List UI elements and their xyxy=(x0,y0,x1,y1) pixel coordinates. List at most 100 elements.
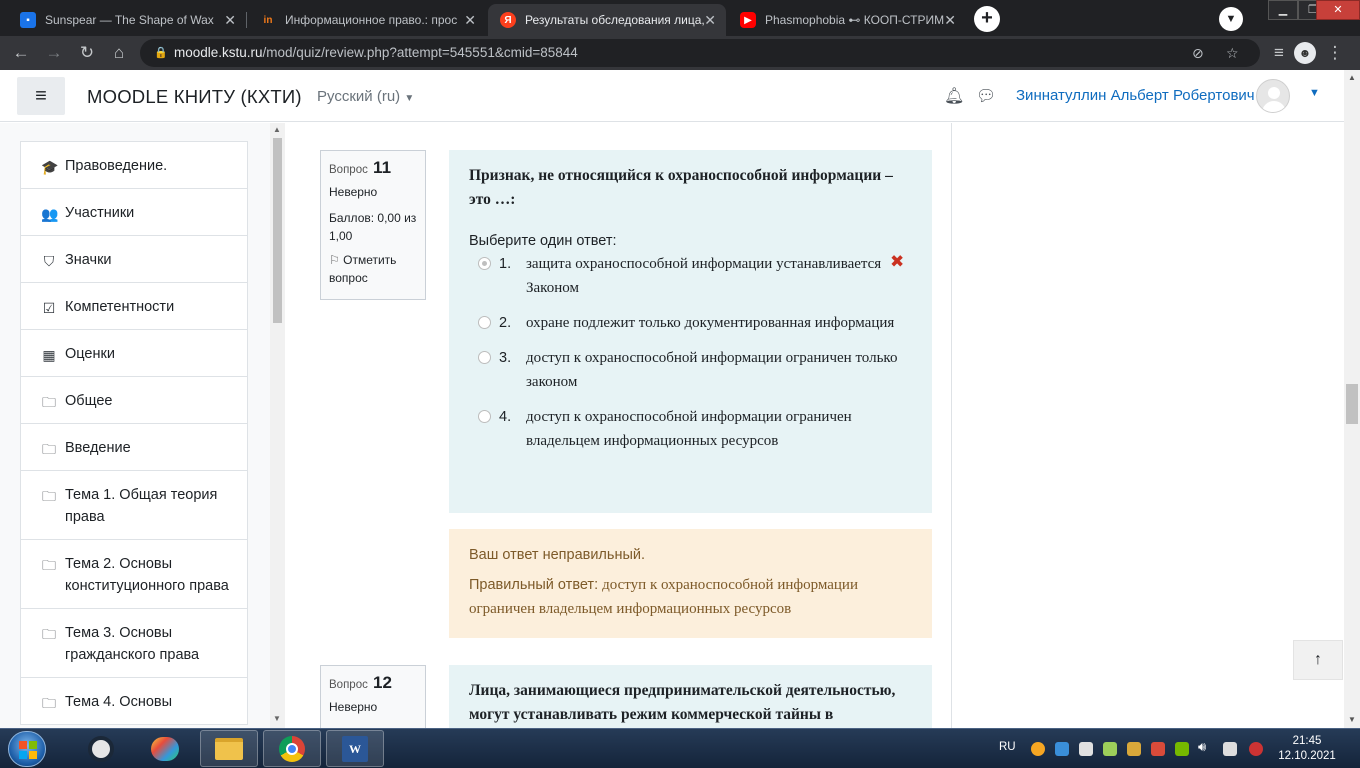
tab-search-chevron-icon[interactable]: ▼ xyxy=(1219,7,1243,31)
chat-bubble-icon: ▪ xyxy=(20,12,36,28)
scroll-down-icon[interactable]: ▼ xyxy=(273,714,281,723)
sidebar-item-label: Правоведение. xyxy=(65,158,168,174)
network-icon[interactable] xyxy=(1223,742,1237,756)
answer-option[interactable]: 2. охране подлежит только документированн… xyxy=(469,311,912,335)
folder-sync-icon[interactable] xyxy=(1127,742,1141,756)
tab-close-icon[interactable]: ✕ xyxy=(224,12,236,29)
windows-taskbar: W RU 🔊︎ 21:45 12.10.2021 xyxy=(0,728,1360,768)
bell-icon[interactable]: 🔔︎ xyxy=(944,86,964,106)
avast-icon[interactable] xyxy=(1031,742,1045,756)
site-name[interactable]: MOODLE КНИТУ (КХТИ) xyxy=(87,86,302,108)
scroll-up-icon[interactable]: ▲ xyxy=(273,125,281,134)
answer-option[interactable]: 1. защита охраноспособной информации уста… xyxy=(469,252,912,300)
sidebar-item[interactable]: 🗀 Общее xyxy=(20,377,248,424)
nvidia-icon[interactable] xyxy=(1175,742,1189,756)
close-window-icon[interactable]: ✕ xyxy=(1316,0,1360,20)
browser-tab-2[interactable]: in Информационное право.: прос ✕ xyxy=(248,4,486,36)
drawer-scroll-thumb[interactable] xyxy=(273,138,282,323)
browser-menu-icon[interactable]: ⋮ xyxy=(1324,42,1346,64)
browser-tab-4[interactable]: ▶ Phasmophobia ⊷ КООП-СТРИМ ✕ xyxy=(728,4,966,36)
tab-close-icon[interactable]: ✕ xyxy=(464,12,476,29)
user-menu-caret-icon[interactable]: ▼ xyxy=(1309,87,1320,99)
yandex-icon: Я xyxy=(500,12,516,28)
new-tab-plus-icon[interactable]: + xyxy=(974,6,1000,32)
browser-tab-1[interactable]: ▪ Sunspear — The Shape of Wax ✕ xyxy=(8,4,246,36)
sidebar-item[interactable]: 👥 Участники xyxy=(20,189,248,236)
sidebar-item[interactable]: 🗀 Тема 3. Основы гражданского права xyxy=(20,609,248,678)
right-answer: Правильный ответ: доступ к охраноспособн… xyxy=(469,573,912,621)
answer-radio[interactable] xyxy=(478,410,491,423)
sidebar-item[interactable]: 🗀 Введение xyxy=(20,424,248,471)
minimize-window-icon[interactable]: ▁ xyxy=(1268,0,1298,20)
page-scroll-thumb[interactable] xyxy=(1346,384,1358,424)
tab-title: Phasmophobia ⊷ КООП-СТРИМ xyxy=(765,13,945,27)
sidebar-item[interactable]: 🗀 Тема 4. Основы xyxy=(20,678,248,725)
answer-prompt: Выберите один ответ: xyxy=(469,233,617,249)
drawer-scrollbar[interactable]: ▲ ▼ xyxy=(270,123,285,728)
language-menu[interactable]: Русский (ru) ▼ xyxy=(317,88,414,105)
eye-slash-icon[interactable]: ⊘ xyxy=(1192,39,1204,67)
sidebar-item-label: Участники xyxy=(65,205,135,221)
answer-radio[interactable] xyxy=(478,316,491,329)
back-arrow-icon[interactable]: ← xyxy=(10,42,32,64)
sidebar-item[interactable]: 🎓 Правоведение. xyxy=(20,141,248,189)
sidebar-item[interactable]: 🗀 Тема 1. Общая теория права xyxy=(20,471,248,540)
notification-icon[interactable] xyxy=(1249,742,1263,756)
address-bar[interactable]: 🔒 moodle.kstu.ru/mod/quiz/review.php?atte… xyxy=(140,39,1260,67)
folder-icon: 🗀 xyxy=(42,626,56,642)
system-clock[interactable]: 21:45 12.10.2021 xyxy=(1278,734,1336,764)
messages-icon[interactable]: 💬︎ xyxy=(976,86,996,106)
checkbox-icon: ☑ xyxy=(42,300,56,316)
steam-icon[interactable] xyxy=(72,730,130,767)
home-icon[interactable]: ⌂ xyxy=(108,42,130,64)
avatar[interactable] xyxy=(1256,79,1290,113)
cloud-sync-icon[interactable] xyxy=(1055,742,1069,756)
question-info-12: Вопрос 12 Неверно xyxy=(320,665,426,728)
feedback-text: Ваш ответ неправильный. xyxy=(469,547,646,563)
usb-device-icon[interactable] xyxy=(1103,742,1117,756)
sidebar-item[interactable]: 🗀 Тема 2. Основы конституционного права xyxy=(20,540,248,609)
tab-separator xyxy=(246,12,247,28)
answer-number: 4. xyxy=(499,409,512,425)
browser-tab-3[interactable]: Я Результаты обследования лица, ✕ xyxy=(488,4,726,36)
user-name[interactable]: Зиннатуллин Альберт Робертович xyxy=(1016,87,1255,104)
tab-title: Sunspear — The Shape of Wax xyxy=(45,13,214,27)
forward-arrow-icon[interactable]: → xyxy=(43,42,65,64)
volume-icon[interactable]: 🔊︎ xyxy=(1198,739,1206,755)
flag-icon: ⚐ xyxy=(329,253,340,267)
answer-radio[interactable] xyxy=(478,257,491,270)
keyboard-language[interactable]: RU xyxy=(999,741,1016,753)
start-button[interactable] xyxy=(8,731,46,767)
sidebar-item[interactable]: ☑ Компетентности xyxy=(20,283,248,330)
sidebar-item[interactable]: ⛉ Значки xyxy=(20,236,248,283)
answer-option[interactable]: 4. доступ к охраноспособной информации ог… xyxy=(469,405,912,453)
security-icon[interactable] xyxy=(1151,742,1165,756)
back-to-top-arrow-icon[interactable]: ↑ xyxy=(1293,640,1343,680)
in-icon: in xyxy=(263,14,273,26)
monitor-icon[interactable] xyxy=(1079,742,1093,756)
question-state: Неверно xyxy=(329,185,378,199)
tab-close-icon[interactable]: ✕ xyxy=(944,12,956,29)
shield-icon: ⛉ xyxy=(43,253,55,269)
media-queue-icon[interactable]: ≡ xyxy=(1268,42,1290,64)
reload-icon[interactable]: ↻ xyxy=(76,42,98,64)
sidebar-item[interactable]: ▦ Оценки xyxy=(20,330,248,377)
sidebar-item-label: Тема 3. Основы гражданского права xyxy=(65,625,200,663)
scroll-up-icon[interactable]: ▲ xyxy=(1348,73,1356,82)
graduation-cap-icon: 🎓 xyxy=(41,159,59,175)
answer-option[interactable]: 3. доступ к охраноспособной информации ог… xyxy=(469,346,912,394)
flag-question-link[interactable]: ⚐ Отметить вопрос xyxy=(329,251,417,287)
drawer-toggle-hamburger-icon[interactable]: ≡ xyxy=(17,77,65,115)
answer-radio[interactable] xyxy=(478,351,491,364)
clock-time: 21:45 xyxy=(1292,735,1322,747)
youtube-icon: ▶ xyxy=(740,12,756,28)
scroll-down-icon[interactable]: ▼ xyxy=(1348,715,1356,724)
profile-avatar-icon[interactable]: ☻ xyxy=(1294,42,1316,64)
word-icon[interactable]: W xyxy=(326,730,384,767)
bookmark-star-icon[interactable]: ☆ xyxy=(1226,39,1239,67)
chrome-icon[interactable] xyxy=(263,730,321,767)
page-scrollbar[interactable]: ▲ ▼ xyxy=(1344,70,1360,728)
file-explorer-icon[interactable] xyxy=(200,730,258,767)
tab-close-icon[interactable]: ✕ xyxy=(704,12,716,29)
paint-icon[interactable] xyxy=(136,730,194,767)
